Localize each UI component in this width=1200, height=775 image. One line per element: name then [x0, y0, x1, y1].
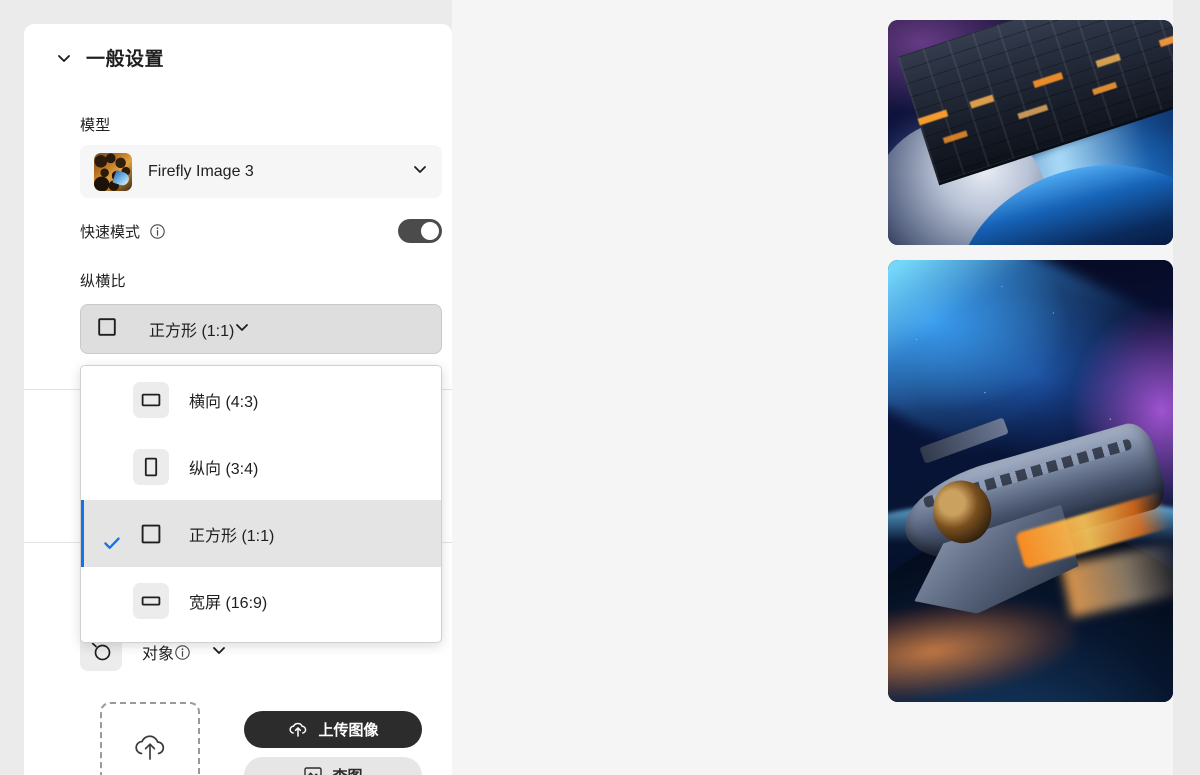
option-label: 正方形 (1:1) — [189, 527, 275, 545]
view-image-button[interactable]: 查图 — [244, 757, 422, 775]
chevron-down-icon — [234, 319, 250, 340]
square-icon — [133, 516, 169, 552]
aspect-ratio-selected-value: 正方形 (1:1) — [149, 323, 235, 340]
cloud-upload-icon — [287, 719, 309, 741]
model-select[interactable]: Firefly Image 3 — [80, 145, 442, 198]
chevron-down-icon — [412, 161, 428, 182]
chevron-down-icon — [56, 50, 72, 66]
fast-mode-label: 快速模式 — [80, 223, 141, 241]
info-icon[interactable] — [174, 644, 191, 661]
aspect-ratio-option-portrait[interactable]: 纵向 (3:4) — [81, 433, 441, 500]
aspect-ratio-label: 纵横比 — [80, 273, 126, 290]
chevron-down-icon[interactable] — [191, 642, 227, 663]
option-label: 纵向 (3:4) — [189, 460, 259, 478]
fast-mode-toggle[interactable] — [398, 219, 442, 243]
portrait-rect-icon — [133, 448, 169, 485]
generated-image-1[interactable] — [888, 20, 1173, 245]
generated-image-2[interactable] — [888, 260, 1173, 702]
aspect-ratio-option-widescreen[interactable]: 宽屏 (16:9) — [81, 567, 441, 634]
aspect-ratio-select[interactable]: 正方形 (1:1) — [80, 304, 442, 354]
widescreen-rect-icon — [133, 582, 169, 619]
aspect-ratio-option-square[interactable]: 正方形 (1:1) — [81, 500, 441, 567]
object-section-label: 对象 — [142, 646, 175, 663]
upload-image-button[interactable]: 上传图像 — [244, 711, 422, 748]
canvas-right-margin — [1173, 0, 1200, 775]
general-settings-header[interactable]: 一般设置 — [56, 44, 164, 71]
landscape-rect-icon — [133, 381, 169, 418]
image-icon — [303, 765, 323, 775]
model-label: 模型 — [80, 117, 111, 134]
option-label: 宽屏 (16:9) — [189, 594, 268, 612]
cloud-upload-icon — [130, 729, 170, 768]
image-dropzone[interactable] — [100, 702, 200, 775]
app-root: 一般设置 模型 Firefly Image 3 快速模式 纵横比 正方形 (1:… — [0, 0, 1200, 775]
view-image-button-label: 查图 — [332, 765, 362, 775]
upload-image-button-label: 上传图像 — [318, 722, 379, 739]
fast-mode-row: 快速模式 — [80, 216, 442, 246]
model-thumbnail — [94, 152, 132, 191]
page-title: 一般设置 — [86, 49, 165, 70]
settings-panel: 一般设置 模型 Firefly Image 3 快速模式 纵横比 正方形 (1:… — [24, 24, 452, 775]
aspect-ratio-option-landscape[interactable]: 横向 (4:3) — [81, 366, 441, 433]
square-icon — [97, 317, 117, 342]
model-selected-value: Firefly Image 3 — [148, 162, 254, 180]
aspect-ratio-dropdown-menu: 横向 (4:3) 纵向 (3:4) 正方形 (1:1) 宽屏 (16:9) — [80, 365, 442, 643]
toggle-knob — [421, 222, 439, 240]
info-icon[interactable] — [140, 223, 166, 240]
option-label: 横向 (4:3) — [189, 393, 259, 411]
